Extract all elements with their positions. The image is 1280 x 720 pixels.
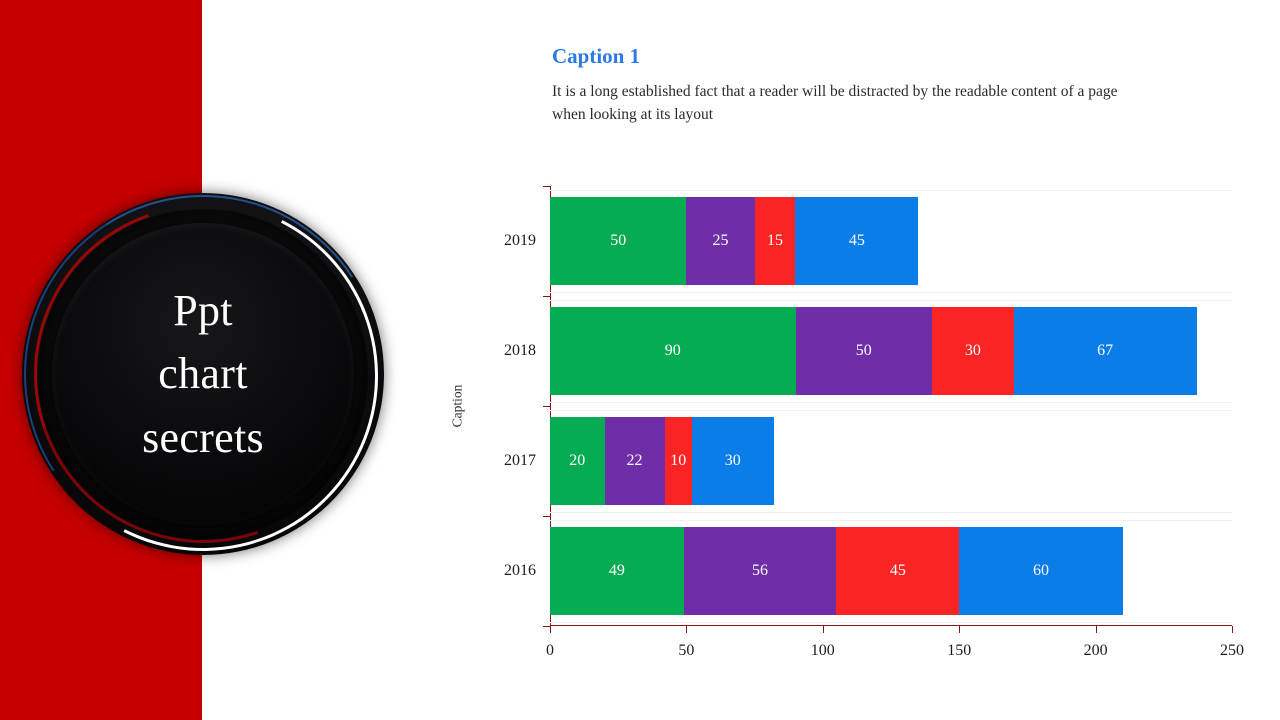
bar-segment: 56 xyxy=(683,527,837,615)
bar-segment: 45 xyxy=(836,527,960,615)
y-axis-category-label: 2017 xyxy=(504,452,536,469)
bar-row: 20 22 10 30 xyxy=(550,417,774,505)
x-axis-tick xyxy=(686,626,688,633)
stacked-bar-chart: Caption 2019 2018 2017 2016 50 25 15 45 90 50 30 6… xyxy=(449,186,1250,676)
y-axis-category-label: 2018 xyxy=(504,342,536,359)
bar-segment: 50 xyxy=(550,197,687,285)
badge-line-1: Ppt xyxy=(173,285,233,335)
bar-segment: 50 xyxy=(795,307,932,395)
gridline xyxy=(550,402,1232,403)
bar-segment: 15 xyxy=(754,197,796,285)
circular-badge: Ppt chart secrets xyxy=(0,148,429,600)
x-axis-line xyxy=(550,625,1232,626)
x-axis-tick-label: 200 xyxy=(1083,642,1108,659)
gridline xyxy=(550,292,1232,293)
gridline xyxy=(550,190,1232,191)
bar-segment: 20 xyxy=(550,417,605,505)
x-axis-tick-label: 250 xyxy=(1220,642,1244,659)
x-axis-tick-label: 50 xyxy=(678,642,695,659)
gridline xyxy=(550,512,1232,513)
bar-segment: 45 xyxy=(795,197,919,285)
x-axis-tick xyxy=(1095,626,1097,633)
bar-row: 50 25 15 45 xyxy=(550,197,919,285)
gridline xyxy=(550,520,1232,521)
bar-segment: 30 xyxy=(931,307,1014,395)
x-axis-tick-label: 100 xyxy=(810,642,835,659)
bar-segment: 25 xyxy=(686,197,755,285)
gridline xyxy=(550,300,1232,301)
caption-title: Caption 1 xyxy=(552,44,641,68)
x-axis-tick-label: 0 xyxy=(546,642,554,659)
bar-segment: 10 xyxy=(664,417,692,505)
badge-line-3: secrets xyxy=(142,412,264,462)
bar-row: 90 50 30 67 xyxy=(550,307,1197,395)
bar-segment: 90 xyxy=(550,307,796,395)
badge-text: Ppt chart secrets xyxy=(52,223,354,525)
x-axis-tick-label: 150 xyxy=(947,642,972,659)
y-axis-category-label: 2016 xyxy=(504,562,536,579)
content-block: Caption 1 It is a long established fact … xyxy=(552,44,1252,126)
y-axis-tick xyxy=(543,626,550,627)
caption-body: It is a long established fact that a rea… xyxy=(552,83,1118,123)
y-axis-tick xyxy=(543,406,550,407)
y-axis-category-labels: 2019 2018 2017 2016 xyxy=(472,186,544,626)
plot-area: 50 25 15 45 90 50 30 67 20 22 10 30 49 56 45 60 0 50 100 15… xyxy=(543,186,1244,659)
x-axis-tick xyxy=(959,626,961,633)
y-axis-tick xyxy=(543,296,550,297)
x-axis-tick xyxy=(1232,626,1233,633)
gridline xyxy=(550,410,1232,411)
y-axis-title: Caption xyxy=(446,186,468,626)
bar-segment: 60 xyxy=(959,527,1123,615)
y-axis-tick xyxy=(543,186,550,187)
bar-row: 49 56 45 60 xyxy=(550,527,1123,615)
bar-segment: 67 xyxy=(1013,307,1197,395)
y-axis-title-text: Caption xyxy=(449,384,464,428)
x-axis-tick xyxy=(550,626,551,633)
y-axis-category-label: 2019 xyxy=(504,232,536,249)
badge-line-2: chart xyxy=(158,349,248,399)
bar-segment: 49 xyxy=(550,527,684,615)
bar-segment: 22 xyxy=(604,417,665,505)
gridline xyxy=(550,622,1232,623)
bar-segment: 30 xyxy=(691,417,774,505)
x-axis-tick xyxy=(822,626,824,633)
y-axis-tick xyxy=(543,516,550,517)
